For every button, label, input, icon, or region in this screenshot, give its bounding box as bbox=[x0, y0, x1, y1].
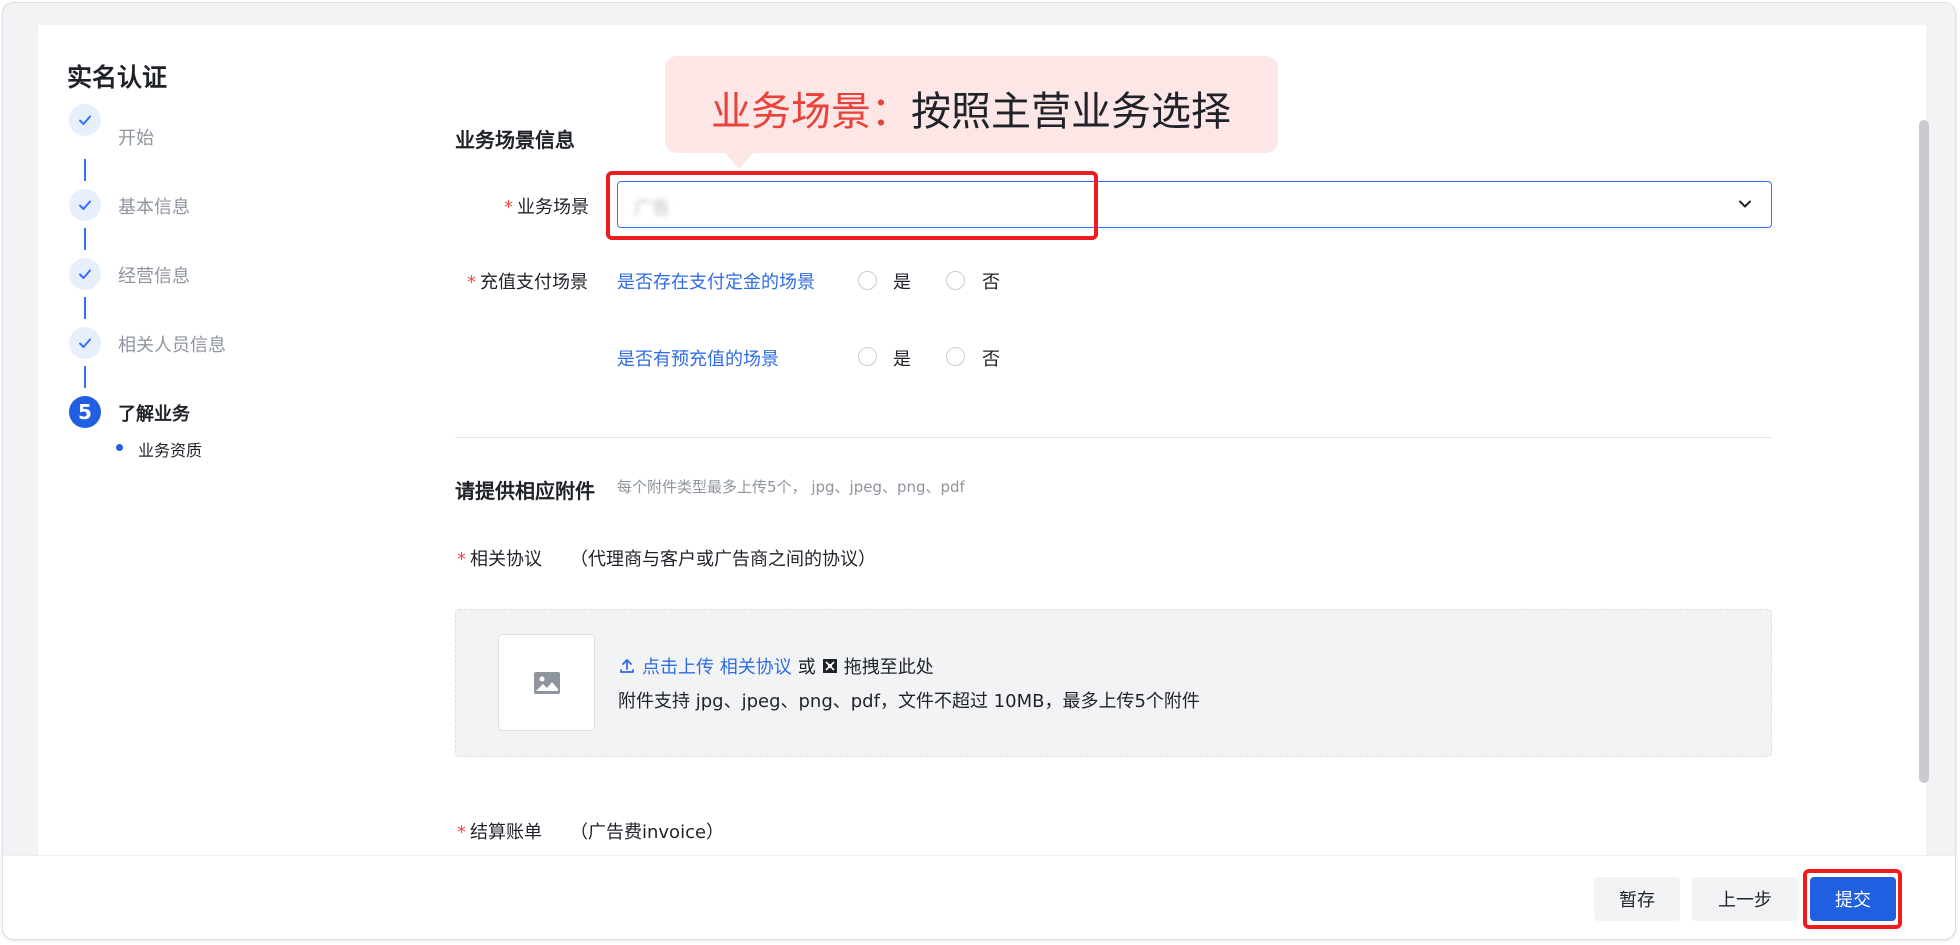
section-title-scene: 业务场景信息 bbox=[455, 128, 575, 152]
agreement-field-label: * 相关协议 bbox=[457, 549, 542, 570]
submit-highlight bbox=[1803, 869, 1902, 929]
deposit-no-radio[interactable] bbox=[946, 271, 965, 290]
scrollbar-thumb[interactable] bbox=[1919, 120, 1929, 783]
settlement-note: （广告费invoice） bbox=[570, 822, 725, 843]
upload-link[interactable]: 点击上传 相关协议 bbox=[618, 653, 792, 679]
section-divider bbox=[455, 437, 1772, 438]
step-connector bbox=[84, 297, 86, 319]
prepaid-no-radio[interactable] bbox=[946, 347, 965, 366]
save-draft-button[interactable]: 暂存 bbox=[1594, 877, 1680, 921]
sub-step-dot bbox=[116, 444, 123, 451]
agreement-note: （代理商与客户或广告商之间的协议） bbox=[570, 549, 876, 570]
prepaid-no-label[interactable]: 否 bbox=[982, 345, 1000, 371]
sub-step-label[interactable]: 业务资质 bbox=[138, 437, 202, 461]
step-4-label[interactable]: 相关人员信息 bbox=[118, 331, 226, 357]
deposit-yes-label[interactable]: 是 bbox=[893, 268, 911, 294]
upload-description: 附件支持 jpg、jpeg、png、pdf，文件不超过 10MB，最多上传5个附… bbox=[618, 691, 1200, 712]
step-3-label[interactable]: 经营信息 bbox=[118, 262, 190, 288]
scene-field-label: * 业务场景 bbox=[504, 197, 589, 218]
recharge-field-label: * 充值支付场景 bbox=[467, 272, 588, 293]
attachments-hint: 每个附件类型最多上传5个， jpg、jpeg、png、pdf bbox=[617, 478, 965, 496]
chevron-down-icon bbox=[1739, 200, 1751, 208]
page-title: 实名认证 bbox=[67, 63, 168, 92]
window-frame: 实名认证 开始 基本信息 经营信息 相关人员信息 5 了解业务 业务资质 业务场… bbox=[2, 2, 1956, 940]
step-5-number: 5 bbox=[69, 396, 101, 428]
prev-step-button[interactable]: 上一步 bbox=[1692, 877, 1798, 921]
tooltip-callout: 业务场景：按照主营业务选择 bbox=[665, 56, 1278, 169]
upload-drag-text: 拖拽至此处 bbox=[843, 657, 934, 678]
footer-bar: 暂存 上一步 提交 bbox=[3, 855, 1955, 939]
settlement-field-label: * 结算账单 bbox=[457, 822, 542, 843]
step-2-check-icon bbox=[69, 189, 101, 221]
deposit-no-label[interactable]: 否 bbox=[982, 268, 1000, 294]
prepaid-yes-radio[interactable] bbox=[858, 347, 877, 366]
step-5-label[interactable]: 了解业务 bbox=[118, 400, 190, 426]
tooltip-title: 业务场景： bbox=[711, 89, 911, 135]
prepaid-yes-label[interactable]: 是 bbox=[893, 345, 911, 371]
step-2-label[interactable]: 基本信息 bbox=[118, 193, 190, 219]
step-1-label[interactable]: 开始 bbox=[118, 124, 154, 150]
upload-or-text: 或 bbox=[797, 657, 816, 678]
tooltip-desc: 按照主营业务选择 bbox=[911, 89, 1231, 135]
section-title-attachments: 请提供相应附件 bbox=[455, 479, 595, 503]
upload-icon bbox=[620, 659, 634, 673]
scene-select-highlight bbox=[606, 171, 1098, 240]
step-connector bbox=[84, 159, 86, 181]
step-connector bbox=[84, 228, 86, 250]
deposit-question-link[interactable]: 是否存在支付定金的场景 bbox=[617, 268, 815, 294]
agreement-upload-dropzone[interactable]: 点击上传 相关协议 或 拖拽至此处 附件支持 jpg、jpeg、png、pdf，… bbox=[455, 609, 1772, 757]
prepaid-question-link[interactable]: 是否有预充值的场景 bbox=[617, 345, 779, 371]
deposit-yes-radio[interactable] bbox=[858, 271, 877, 290]
form-card: 实名认证 开始 基本信息 经营信息 相关人员信息 5 了解业务 业务资质 业务场… bbox=[38, 25, 1929, 865]
step-1-check-icon bbox=[69, 104, 101, 136]
upload-instructions: 点击上传 相关协议 或 拖拽至此处 bbox=[618, 653, 934, 679]
drag-icon bbox=[822, 659, 837, 673]
step-3-check-icon bbox=[69, 258, 101, 290]
step-4-check-icon bbox=[69, 327, 101, 359]
step-connector bbox=[84, 366, 86, 388]
image-placeholder-icon bbox=[498, 634, 595, 731]
